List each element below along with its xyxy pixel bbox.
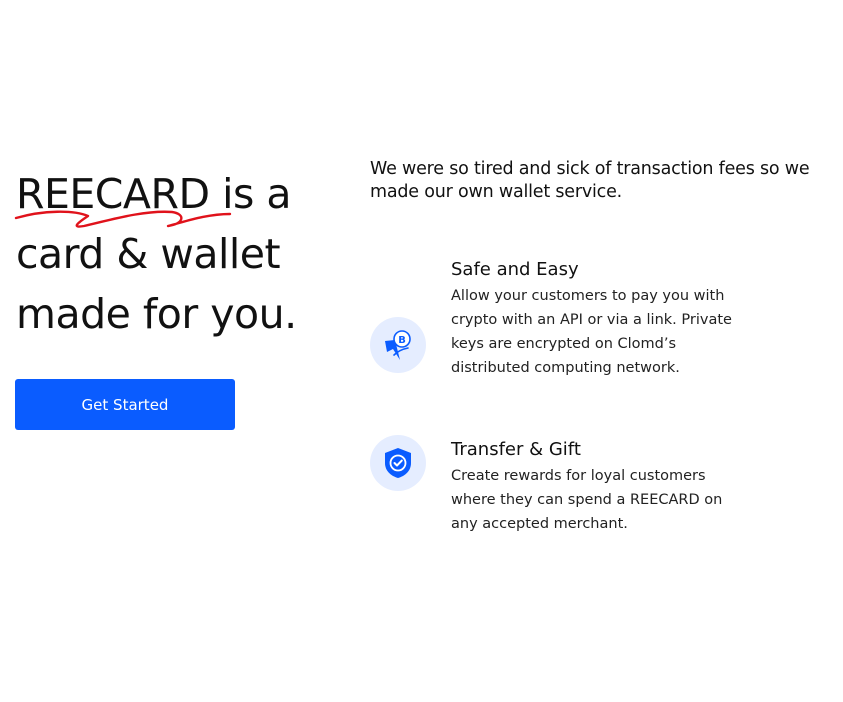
feature-title: Safe and Easy	[451, 259, 579, 280]
headline-line2: card & wallet	[16, 230, 281, 278]
brand-text: REECARD	[16, 170, 210, 218]
brand-name: REECARD	[14, 164, 232, 228]
feature-text: Transfer & Gift Create rewards for loyal…	[451, 437, 741, 536]
hero-section: REECARD is a card & wallet made for you.	[14, 164, 346, 344]
intro-text: We were so tired and sick of transaction…	[370, 159, 810, 202]
headline-line1-rest: is a	[209, 170, 291, 218]
hero-headline: REECARD is a card & wallet made for you.	[14, 164, 346, 344]
bitcoin-pen-icon: B	[385, 330, 411, 360]
feature-title: Transfer & Gift	[451, 439, 581, 460]
headline-line3: made for you.	[16, 290, 297, 338]
svg-text:B: B	[398, 335, 406, 346]
feature-text: Safe and Easy Allow your customers to pa…	[451, 257, 741, 380]
feature-icon-badge	[370, 435, 426, 491]
get-started-button[interactable]: Get Started	[15, 379, 235, 430]
feature-description: Allow your customers to pay you with cry…	[451, 288, 732, 376]
feature-icon-badge: B	[370, 317, 426, 373]
shield-check-icon	[385, 448, 411, 478]
feature-description: Create rewards for loyal customers where…	[451, 468, 723, 532]
